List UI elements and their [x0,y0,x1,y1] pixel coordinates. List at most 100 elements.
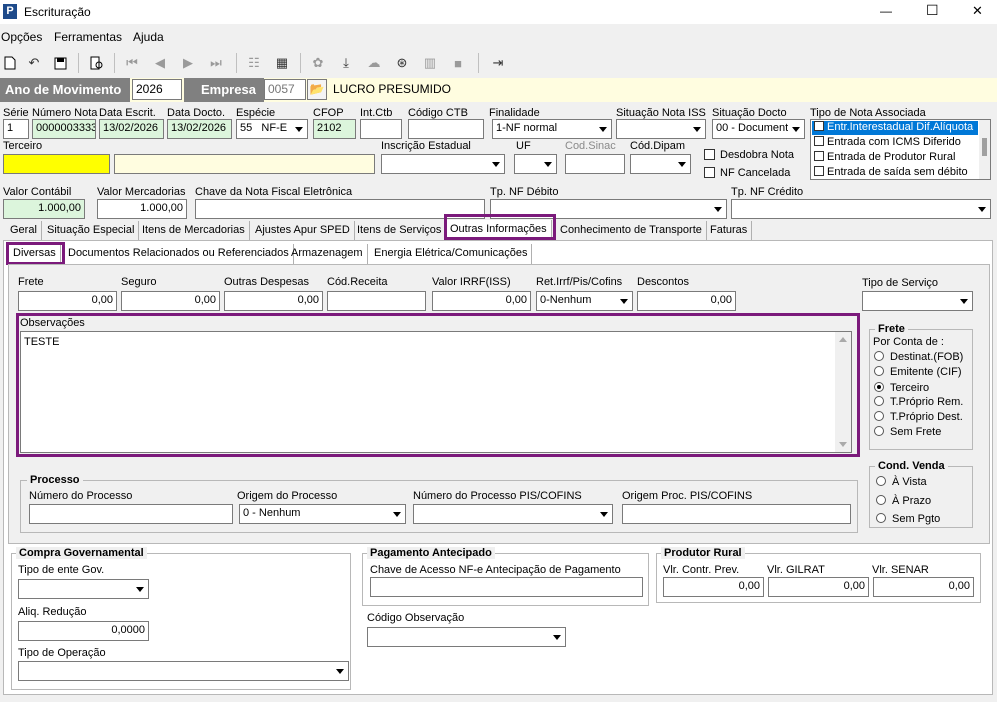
tipo-assoc-item[interactable]: Entrada de saída sem débito [812,166,978,179]
frete-radio-proprio-rem[interactable]: T.Próprio Rem. [874,396,963,408]
download-icon[interactable]: ⤓ [336,52,356,74]
chevron-down-icon[interactable] [389,505,405,523]
tab-itens-servicos[interactable]: Itens de Serviços [353,221,447,241]
next-icon[interactable]: ▶ [178,52,198,74]
prev-icon[interactable]: ◀ [150,52,170,74]
tipo-assoc-item[interactable]: Entrada de Produtor Rural [812,151,978,165]
tab-ajustes-apur[interactable]: Ajustes Apur SPED [251,221,355,241]
chevron-down-icon[interactable] [596,505,612,523]
contr-field[interactable]: 0,00 [663,577,764,597]
chevron-down-icon[interactable] [788,120,804,138]
tipo-assoc-item[interactable]: Entrada com ICMS Diferido [812,136,978,150]
chevron-down-icon[interactable] [710,200,726,218]
serie-field[interactable]: 1 [3,119,29,139]
new-icon[interactable] [0,52,20,74]
chevron-down-icon[interactable] [488,155,504,173]
data-docto-field[interactable]: 13/02/2026 [167,119,232,139]
cloud-icon[interactable]: ☁ [364,52,384,74]
tab-conhecimento-transporte[interactable]: Conhecimento de Transporte [556,221,707,241]
ano-field[interactable]: 2026 [132,79,182,100]
empresa-code[interactable]: 0057 [264,79,306,100]
last-icon[interactable]: ⏭ [206,52,226,74]
cod-sinac-field[interactable] [565,154,625,174]
close-button[interactable]: ✕ [972,3,983,19]
senar-field[interactable]: 0,00 [873,577,974,597]
tree-icon[interactable]: ☷ [244,52,264,74]
puzzle-icon[interactable]: ✿ [308,52,328,74]
cond-radio-sem-pgto[interactable]: Sem Pgto [876,513,940,525]
tipo-assoc-scrollbar[interactable] [979,120,990,179]
cod-receita-field[interactable] [327,291,426,311]
data-escrit-field[interactable]: 13/02/2026 [99,119,164,139]
numero-pis-select[interactable] [413,504,613,524]
insc-select[interactable] [381,154,505,174]
menu-ajuda[interactable]: Ajuda [133,30,164,44]
calc-icon[interactable]: ▦ [272,52,292,74]
chevron-down-icon[interactable] [540,155,556,173]
irrf-field[interactable]: 0,00 [432,291,531,311]
cb-icon[interactable]: ⊛ [392,52,412,74]
finalidade-select[interactable]: 1-NF normal [492,119,612,139]
tp-credito-select[interactable] [731,199,991,219]
chevron-down-icon[interactable] [332,662,348,680]
valor-merc-field[interactable]: 1.000,00 [97,199,187,219]
square-icon[interactable]: ■ [448,52,468,74]
cod-dipam-select[interactable] [630,154,691,174]
minimize-button[interactable]: — [880,4,892,18]
chevron-down-icon[interactable] [549,628,565,646]
tab-geral[interactable]: Geral [6,221,42,241]
aliq-field[interactable]: 0,0000 [18,621,149,641]
cond-radio-vista[interactable]: À Vista [876,476,927,488]
frete-radio-proprio-dest[interactable]: T.Próprio Dest. [874,411,963,423]
descontos-field[interactable]: 0,00 [637,291,736,311]
cancelada-checkbox[interactable]: NF Cancelada [704,167,790,179]
chevron-down-icon[interactable] [595,120,611,138]
frete-radio-fob[interactable]: Destinat.(FOB) [874,351,963,363]
first-icon[interactable]: ⏮ [122,52,142,74]
sit-docto-select[interactable]: 00 - Document [712,119,805,139]
chevron-down-icon[interactable] [956,292,972,310]
numero-field[interactable]: 0000003333 [32,119,96,139]
codctb-field[interactable] [408,119,484,139]
chave-antecipacao-field[interactable] [370,577,643,597]
sit-iss-select[interactable] [616,119,706,139]
chevron-down-icon[interactable] [689,120,705,138]
frete-radio-terceiro[interactable]: Terceiro [874,382,929,394]
split-icon[interactable]: ▥ [420,52,440,74]
tab-faturas[interactable]: Faturas [706,221,753,241]
terceiro-code-field[interactable] [3,154,110,174]
subtab-documentos[interactable]: Documentos Relacionados ou Referenciados [64,244,294,264]
chevron-down-icon[interactable] [974,200,990,218]
subtab-energia[interactable]: Energia Elétrica/Comunicações [370,244,533,264]
folder-icon[interactable]: 📂 [307,79,327,100]
valor-contabil-field[interactable]: 1.000,00 [3,199,85,219]
ret-select[interactable]: 0-Nenhum [536,291,633,311]
exit-icon[interactable]: ⇥ [488,52,508,74]
menu-ferramentas[interactable]: Ferramentas [54,30,122,44]
seguro-field[interactable]: 0,00 [121,291,220,311]
intctb-field[interactable] [360,119,402,139]
tab-itens-mercadorias[interactable]: Itens de Mercadorias [138,221,250,241]
origem-processo-select[interactable]: 0 - Nenhum [239,504,406,524]
outras-field[interactable]: 0,00 [224,291,323,311]
maximize-button[interactable]: ☐ [926,2,939,19]
save-icon[interactable] [50,52,70,74]
cod-obs-select[interactable] [367,627,566,647]
preview-icon[interactable] [87,52,107,74]
cfop-field[interactable]: 2102 [313,119,356,139]
chevron-down-icon[interactable] [616,292,632,310]
tipo-assoc-item[interactable]: Entr.Interestadual Dif.Alíquota [812,121,978,135]
tipo-assoc-list[interactable]: Entr.Interestadual Dif.Alíquota Entrada … [810,119,991,180]
uf-select[interactable] [514,154,557,174]
cond-radio-prazo[interactable]: À Prazo [876,495,931,507]
frete-radio-sem-frete[interactable]: Sem Frete [874,426,941,438]
chevron-down-icon[interactable] [674,155,690,173]
gilrat-field[interactable]: 0,00 [768,577,869,597]
terceiro-name-field[interactable] [114,154,375,174]
chevron-down-icon[interactable] [132,580,148,598]
undo-icon[interactable]: ↶ [24,52,44,74]
tipo-servico-select[interactable] [862,291,973,311]
desdobra-checkbox[interactable]: Desdobra Nota [704,149,794,161]
chave-field[interactable] [195,199,485,219]
tipo-ente-select[interactable] [18,579,149,599]
